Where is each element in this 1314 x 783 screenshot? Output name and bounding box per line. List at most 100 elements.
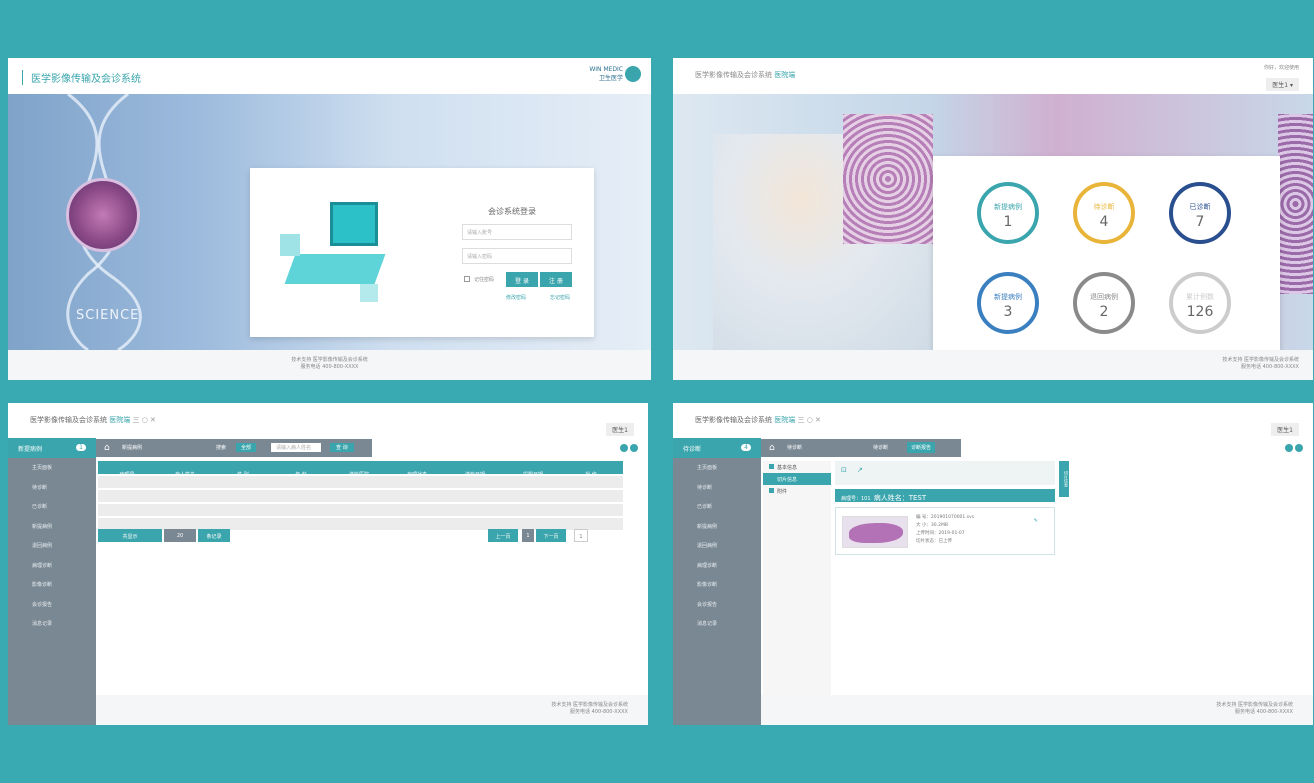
settings-icon[interactable] [630,444,638,452]
sidebar-item[interactable]: 退回病例 [673,536,761,556]
hero-banner: SCIENCE 会诊系统登录 请输入账号 请输入密码 记住密码 登 录 注 册 … [8,94,651,350]
edit-icon[interactable]: ⊡ [841,466,847,474]
sidebar-item[interactable]: 新提病例 [8,517,96,537]
slide-thumbnail [842,516,908,548]
sidebar-item[interactable]: 已诊断 [8,497,96,517]
sidebar-item[interactable]: 待诊断 [8,478,96,498]
remember-checkbox[interactable] [464,276,470,282]
register-button[interactable]: 注 册 [540,272,572,287]
footer-line2: 服务电话 400-800-XXXX [1235,709,1293,715]
sidebar-top[interactable]: 新提病例 1 [8,438,96,458]
sidebar: 待诊断 4 主页面板 待诊断 已诊断 新提病例 退回病例 病理诊断 影像诊断 会诊报告 消息记录 [673,438,761,725]
footer-line1: 技术支持 医学影像传输及会诊系统 [1222,357,1299,363]
table-row[interactable] [98,504,623,516]
page-size[interactable]: 20 [164,529,196,542]
app-title: 医学影像传输及会诊系统 医院端 [695,71,796,79]
sidebar-item[interactable]: 退回病例 [8,536,96,556]
jump-page-input[interactable]: 1 [574,529,588,542]
dashboard-header: 医学影像传输及会诊系统 医院端 你好，欢迎使用 医生1 ▾ [673,58,1313,94]
forgot-password-link[interactable]: 忘记密码 [550,294,570,301]
sidebar-top[interactable]: 待诊断 4 [673,438,761,458]
sidebar-item[interactable]: 消息记录 [8,614,96,634]
tab-report[interactable]: 诊断报告 [907,442,936,453]
app-title: 医学影像传输及会诊系统 医院端 三 ○ ✕ [30,416,156,424]
user-menu[interactable]: 医生1 ▾ [1266,78,1299,91]
search-label: 搜索 [216,445,227,451]
user-button[interactable]: 医生1 [606,423,634,436]
stat-value: 1 [1003,214,1013,230]
breadcrumb: 待诊断 [787,445,803,451]
footer-line2: 服务电话 400-800-XXXX [570,709,628,715]
table-row[interactable] [98,476,623,488]
sidebar-badge: 4 [741,444,751,451]
home-icon[interactable]: ⌂ [769,443,775,453]
stat-label: 退回病例 [1090,293,1118,301]
sidebar-item[interactable]: 待诊断 [673,478,761,498]
sidebar-item[interactable]: 消息记录 [673,614,761,634]
tree-item[interactable]: 基本信息 [763,461,831,473]
sidebar-badge: 1 [76,444,86,451]
login-title: 会诊系统登录 [488,207,536,216]
page-unit: 条记录 [198,529,230,542]
search-button[interactable]: 查 询 [330,443,354,452]
refresh-icon[interactable] [620,444,628,452]
stat-value: 4 [1099,214,1109,230]
settings-icon[interactable] [1295,444,1303,452]
side-tab[interactable]: 切片信息 [1059,461,1069,497]
sidebar-item[interactable]: 影像诊断 [673,575,761,595]
expand-icon[interactable]: ↗ [857,466,863,474]
footer-line1: 技术支持 医学影像传输及会诊系统 [291,357,368,363]
stat-ring[interactable]: 新提病例 3 [977,272,1039,334]
stat-ring[interactable]: 待诊断 4 [1073,182,1135,244]
sidebar-item[interactable]: 已诊断 [673,497,761,517]
slide-card[interactable]: 编 号：201901070001.svs 大 小：30.2MB 上传时间：2019-… [835,507,1055,555]
stat-label: 新提病例 [994,203,1022,211]
search-select[interactable]: 全部 [236,443,257,452]
prev-page-button[interactable]: 上一页 [488,529,518,542]
login-screen: 医学影像传输及会诊系统 WIN MEDIC 卫生医学 SCIENCE 会诊系统登… [8,58,651,380]
login-card: 会诊系统登录 请输入账号 请输入密码 记住密码 登 录 注 册 修改密码 忘记密… [250,168,594,337]
login-header: 医学影像传输及会诊系统 WIN MEDIC 卫生医学 [8,58,651,94]
toolbar: ⌂ 新提病例 搜索 全部 请输入病人姓名 查 询 [96,439,372,457]
sidebar-item[interactable]: 新提病例 [673,517,761,537]
case-detail-header: 医学影像传输及会诊系统 医院端 三 ○ ✕ 医生1 [673,403,1313,439]
greeting: 你好，欢迎使用 [1263,65,1299,71]
current-page: 1 [522,529,534,542]
home-icon[interactable]: ⌂ [104,443,110,453]
password-input[interactable]: 请输入密码 [462,248,572,264]
remember-label: 记住密码 [474,277,495,283]
stat-ring[interactable]: 新提病例 1 [977,182,1039,244]
stat-value: 7 [1195,214,1205,230]
sidebar-item[interactable]: 病理诊断 [673,556,761,576]
refresh-icon[interactable] [1285,444,1293,452]
footer-line1: 技术支持 医学影像传输及会诊系统 [551,702,628,708]
sidebar-item[interactable]: 影像诊断 [8,575,96,595]
table-row[interactable] [98,490,623,502]
sidebar-item[interactable]: 主页面板 [8,458,96,478]
tissue-circle-image [66,178,140,252]
stat-ring[interactable]: 累计例数 126 [1169,272,1231,334]
table-header: 病理号 病人姓名性 别年 龄送检医院 病理状态 送检日期 提醒日期操 作 [98,461,623,478]
footer-line2: 服务电话 400-800-XXXX [300,364,359,370]
next-page-button[interactable]: 下一页 [536,529,566,542]
change-password-link[interactable]: 修改密码 [506,294,526,301]
tree-item[interactable]: 切片信息 [763,473,831,485]
detail-toolbar: ⊡ ↗ [835,461,1055,485]
sidebar-item[interactable]: 会诊报告 [8,595,96,615]
sidebar-item[interactable]: 主页面板 [673,458,761,478]
flower-logo-icon [625,66,641,82]
view-icon[interactable]: ✎ [1034,518,1038,524]
search-input[interactable]: 请输入病人姓名 [271,443,321,452]
login-button[interactable]: 登 录 [506,272,538,287]
sidebar-item[interactable]: 病理诊断 [8,556,96,576]
logo: WIN MEDIC 卫生医学 [589,66,623,82]
user-button[interactable]: 医生1 [1271,423,1299,436]
footer: 技术支持 医学影像传输及会诊系统 服务电话 400-800-XXXX [673,350,1313,380]
stat-ring[interactable]: 已诊断 7 [1169,182,1231,244]
tree-item[interactable]: 附件 [763,485,831,497]
username-input[interactable]: 请输入账号 [462,224,572,240]
sidebar-item[interactable]: 会诊报告 [673,595,761,615]
stat-ring[interactable]: 退回病例 2 [1073,272,1135,334]
tab-pending[interactable]: 待诊断 [873,444,888,451]
case-detail-screen: 医学影像传输及会诊系统 医院端 三 ○ ✕ 医生1 待诊断 4 主页面板 待诊断 已诊… [673,403,1313,725]
